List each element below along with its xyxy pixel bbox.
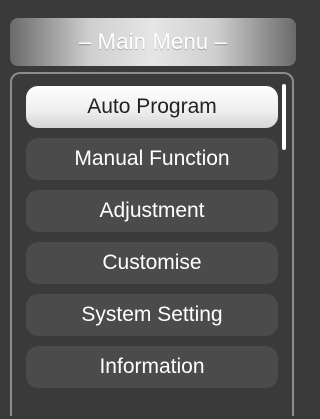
menu-item-label: Adjustment (99, 199, 205, 222)
menu-list: Auto Program Manual Function Adjustment … (26, 86, 282, 398)
menu-item-label: Customise (102, 251, 202, 274)
menu-item-label: Information (99, 355, 205, 378)
menu-item-label: Auto Program (87, 95, 217, 118)
menu-title: – Main Menu – (78, 29, 228, 54)
scrollbar-thumb[interactable] (282, 84, 286, 150)
menu-item-manual-function[interactable]: Manual Function (26, 138, 278, 180)
menu-item-information[interactable]: Information (26, 346, 278, 388)
menu-title-bar: – Main Menu – (10, 18, 296, 66)
menu-item-customise[interactable]: Customise (26, 242, 278, 284)
main-menu-screen: – Main Menu – Auto Program Manual Functi… (0, 0, 308, 419)
scrollbar[interactable] (282, 84, 286, 410)
menu-item-system-setting[interactable]: System Setting (26, 294, 278, 336)
menu-list-frame: Auto Program Manual Function Adjustment … (10, 72, 294, 416)
menu-item-label: Manual Function (74, 147, 230, 170)
menu-item-adjustment[interactable]: Adjustment (26, 190, 278, 232)
menu-item-auto-program[interactable]: Auto Program (26, 86, 278, 128)
menu-item-label: System Setting (81, 303, 223, 326)
